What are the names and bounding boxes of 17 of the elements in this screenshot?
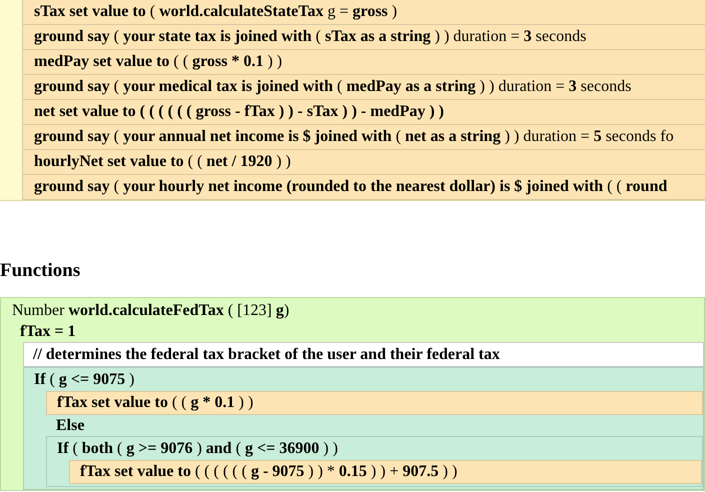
code-statement[interactable]: sTax set value to ( world.calculateStateTax g = gross ) [22, 0, 705, 25]
section-heading: Functions [0, 259, 82, 283]
if-condition[interactable]: If ( both ( g >= 9076 ) and ( g <= 36900 ) ) [47, 437, 338, 460]
code-statement[interactable]: medPay set value to ( ( gross * 0.1 ) ) [22, 50, 705, 75]
code-statement[interactable]: fTax set value to ( ( g * 0.1 ) ) [46, 391, 703, 415]
code-line[interactable]: Else [24, 415, 84, 436]
code-comment[interactable]: // determines the federal tax bracket of the user and their federal tax [23, 342, 704, 367]
code-statement[interactable]: ground say ( your medical tax is joined with ( medPay as a string ) ) duration = 3 seconds [22, 75, 705, 100]
if-condition[interactable]: If ( g <= 9075 ) [24, 368, 134, 391]
code-statement[interactable]: net set value to ( ( ( ( ( ( gross - fTax ) ) - sTax ) ) - medPay ) ) [22, 100, 705, 125]
code-statement[interactable]: ground say ( your state tax is joined with ( sTax as a string ) ) duration = 3 seconds [22, 25, 705, 50]
code-statement[interactable]: ground say ( your hourly net income (rounded to the nearest dollar) is $ joined with ( (round [22, 175, 705, 200]
function-signature[interactable]: Number world.calculateFedTax ( [123] g) [1, 300, 290, 321]
code-statement[interactable]: hourlyNet set value to ( ( net / 1920 ) ) [22, 150, 705, 175]
code-line[interactable]: fTax = 1 [1, 321, 76, 342]
code-statement[interactable]: ground say ( your annual net income is $ joined with ( net as a string ) ) duration = 5 seconds fo [22, 125, 705, 150]
code-statement[interactable]: fTax set value to ( ( ( ( ( ( g - 9075 ) ) *0.15 ) ) + 907.5 ) ) [69, 460, 702, 484]
